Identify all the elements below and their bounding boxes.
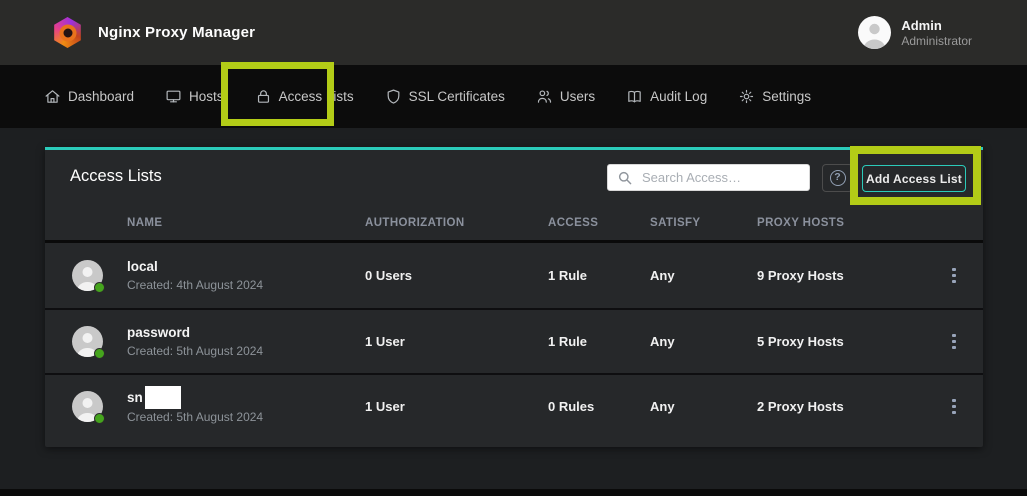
access-value: 1 Rule bbox=[548, 334, 650, 349]
home-icon bbox=[44, 88, 61, 105]
app-header: Nginx Proxy Manager Admin Administrator bbox=[0, 0, 1027, 65]
main-nav: Dashboard Hosts Access Lists SSL Certifi… bbox=[0, 65, 1027, 128]
row-menu-button[interactable] bbox=[948, 395, 960, 419]
app-logo-icon bbox=[52, 17, 83, 48]
help-icon: ? bbox=[830, 170, 846, 186]
access-list-name: local bbox=[127, 257, 365, 277]
nav-item-users[interactable]: Users bbox=[536, 88, 595, 105]
row-menu-button[interactable] bbox=[948, 264, 960, 288]
table-row: password Created: 5th August 2024 1 User… bbox=[45, 308, 983, 373]
book-icon bbox=[626, 88, 643, 105]
row-menu-button[interactable] bbox=[948, 330, 960, 354]
access-list-name: sn bbox=[127, 388, 143, 408]
nav-item-audit-log[interactable]: Audit Log bbox=[626, 88, 707, 105]
access-lists-panel: Access Lists ? Add Access List NAME AUTH… bbox=[45, 147, 983, 447]
table-row: local Created: 4th August 2024 0 Users 1… bbox=[45, 243, 983, 308]
column-header-access: ACCESS bbox=[548, 217, 650, 229]
search-input[interactable] bbox=[607, 164, 810, 191]
authorization-value: 1 User bbox=[365, 334, 548, 349]
page-title: Access Lists bbox=[70, 167, 162, 186]
created-date: Created: 5th August 2024 bbox=[127, 343, 365, 360]
shield-icon bbox=[385, 88, 402, 105]
person-icon bbox=[858, 16, 891, 49]
column-header-proxy-hosts: PROXY HOSTS bbox=[757, 217, 925, 229]
proxy-hosts-value: 9 Proxy Hosts bbox=[757, 268, 925, 283]
bottom-strip bbox=[0, 489, 1027, 496]
status-online-dot bbox=[94, 348, 105, 359]
created-date: Created: 4th August 2024 bbox=[127, 277, 365, 294]
proxy-hosts-value: 5 Proxy Hosts bbox=[757, 334, 925, 349]
nav-item-hosts[interactable]: Hosts bbox=[165, 88, 224, 105]
avatar bbox=[72, 326, 103, 357]
nav-item-ssl-certificates[interactable]: SSL Certificates bbox=[385, 88, 505, 105]
user-avatar bbox=[858, 16, 891, 49]
user-role: Administrator bbox=[901, 34, 972, 49]
monitor-icon bbox=[165, 88, 182, 105]
lock-icon bbox=[255, 88, 272, 105]
user-menu[interactable]: Admin Administrator bbox=[858, 16, 972, 49]
status-online-dot bbox=[94, 413, 105, 424]
table-header: NAME AUTHORIZATION ACCESS SATISFY PROXY … bbox=[45, 206, 983, 243]
table-row: sn Created: 5th August 2024 1 User 0 Rul… bbox=[45, 373, 983, 438]
access-value: 1 Rule bbox=[548, 268, 650, 283]
column-header-authorization: AUTHORIZATION bbox=[365, 217, 548, 229]
access-list-name: password bbox=[127, 323, 365, 343]
satisfy-value: Any bbox=[650, 399, 757, 414]
authorization-value: 0 Users bbox=[365, 268, 548, 283]
created-date: Created: 5th August 2024 bbox=[127, 409, 365, 426]
satisfy-value: Any bbox=[650, 334, 757, 349]
gear-icon bbox=[738, 88, 755, 105]
panel-header: Access Lists ? Add Access List bbox=[45, 150, 983, 206]
users-icon bbox=[536, 88, 553, 105]
nav-item-dashboard[interactable]: Dashboard bbox=[44, 88, 134, 105]
authorization-value: 1 User bbox=[365, 399, 548, 414]
column-header-name: NAME bbox=[127, 217, 365, 229]
search-box bbox=[607, 164, 810, 191]
help-button[interactable]: ? bbox=[822, 164, 853, 192]
redaction-box bbox=[145, 386, 181, 409]
search-icon bbox=[617, 170, 633, 191]
column-header-satisfy: SATISFY bbox=[650, 217, 757, 229]
nav-item-settings[interactable]: Settings bbox=[738, 88, 811, 105]
add-access-list-button[interactable]: Add Access List bbox=[862, 165, 966, 192]
proxy-hosts-value: 2 Proxy Hosts bbox=[757, 399, 925, 414]
user-name: Admin bbox=[901, 18, 972, 34]
access-value: 0 Rules bbox=[548, 399, 650, 414]
avatar bbox=[72, 391, 103, 422]
app-title: Nginx Proxy Manager bbox=[98, 24, 255, 41]
nav-item-access-lists[interactable]: Access Lists bbox=[255, 88, 354, 105]
status-online-dot bbox=[94, 282, 105, 293]
avatar bbox=[72, 260, 103, 291]
satisfy-value: Any bbox=[650, 268, 757, 283]
